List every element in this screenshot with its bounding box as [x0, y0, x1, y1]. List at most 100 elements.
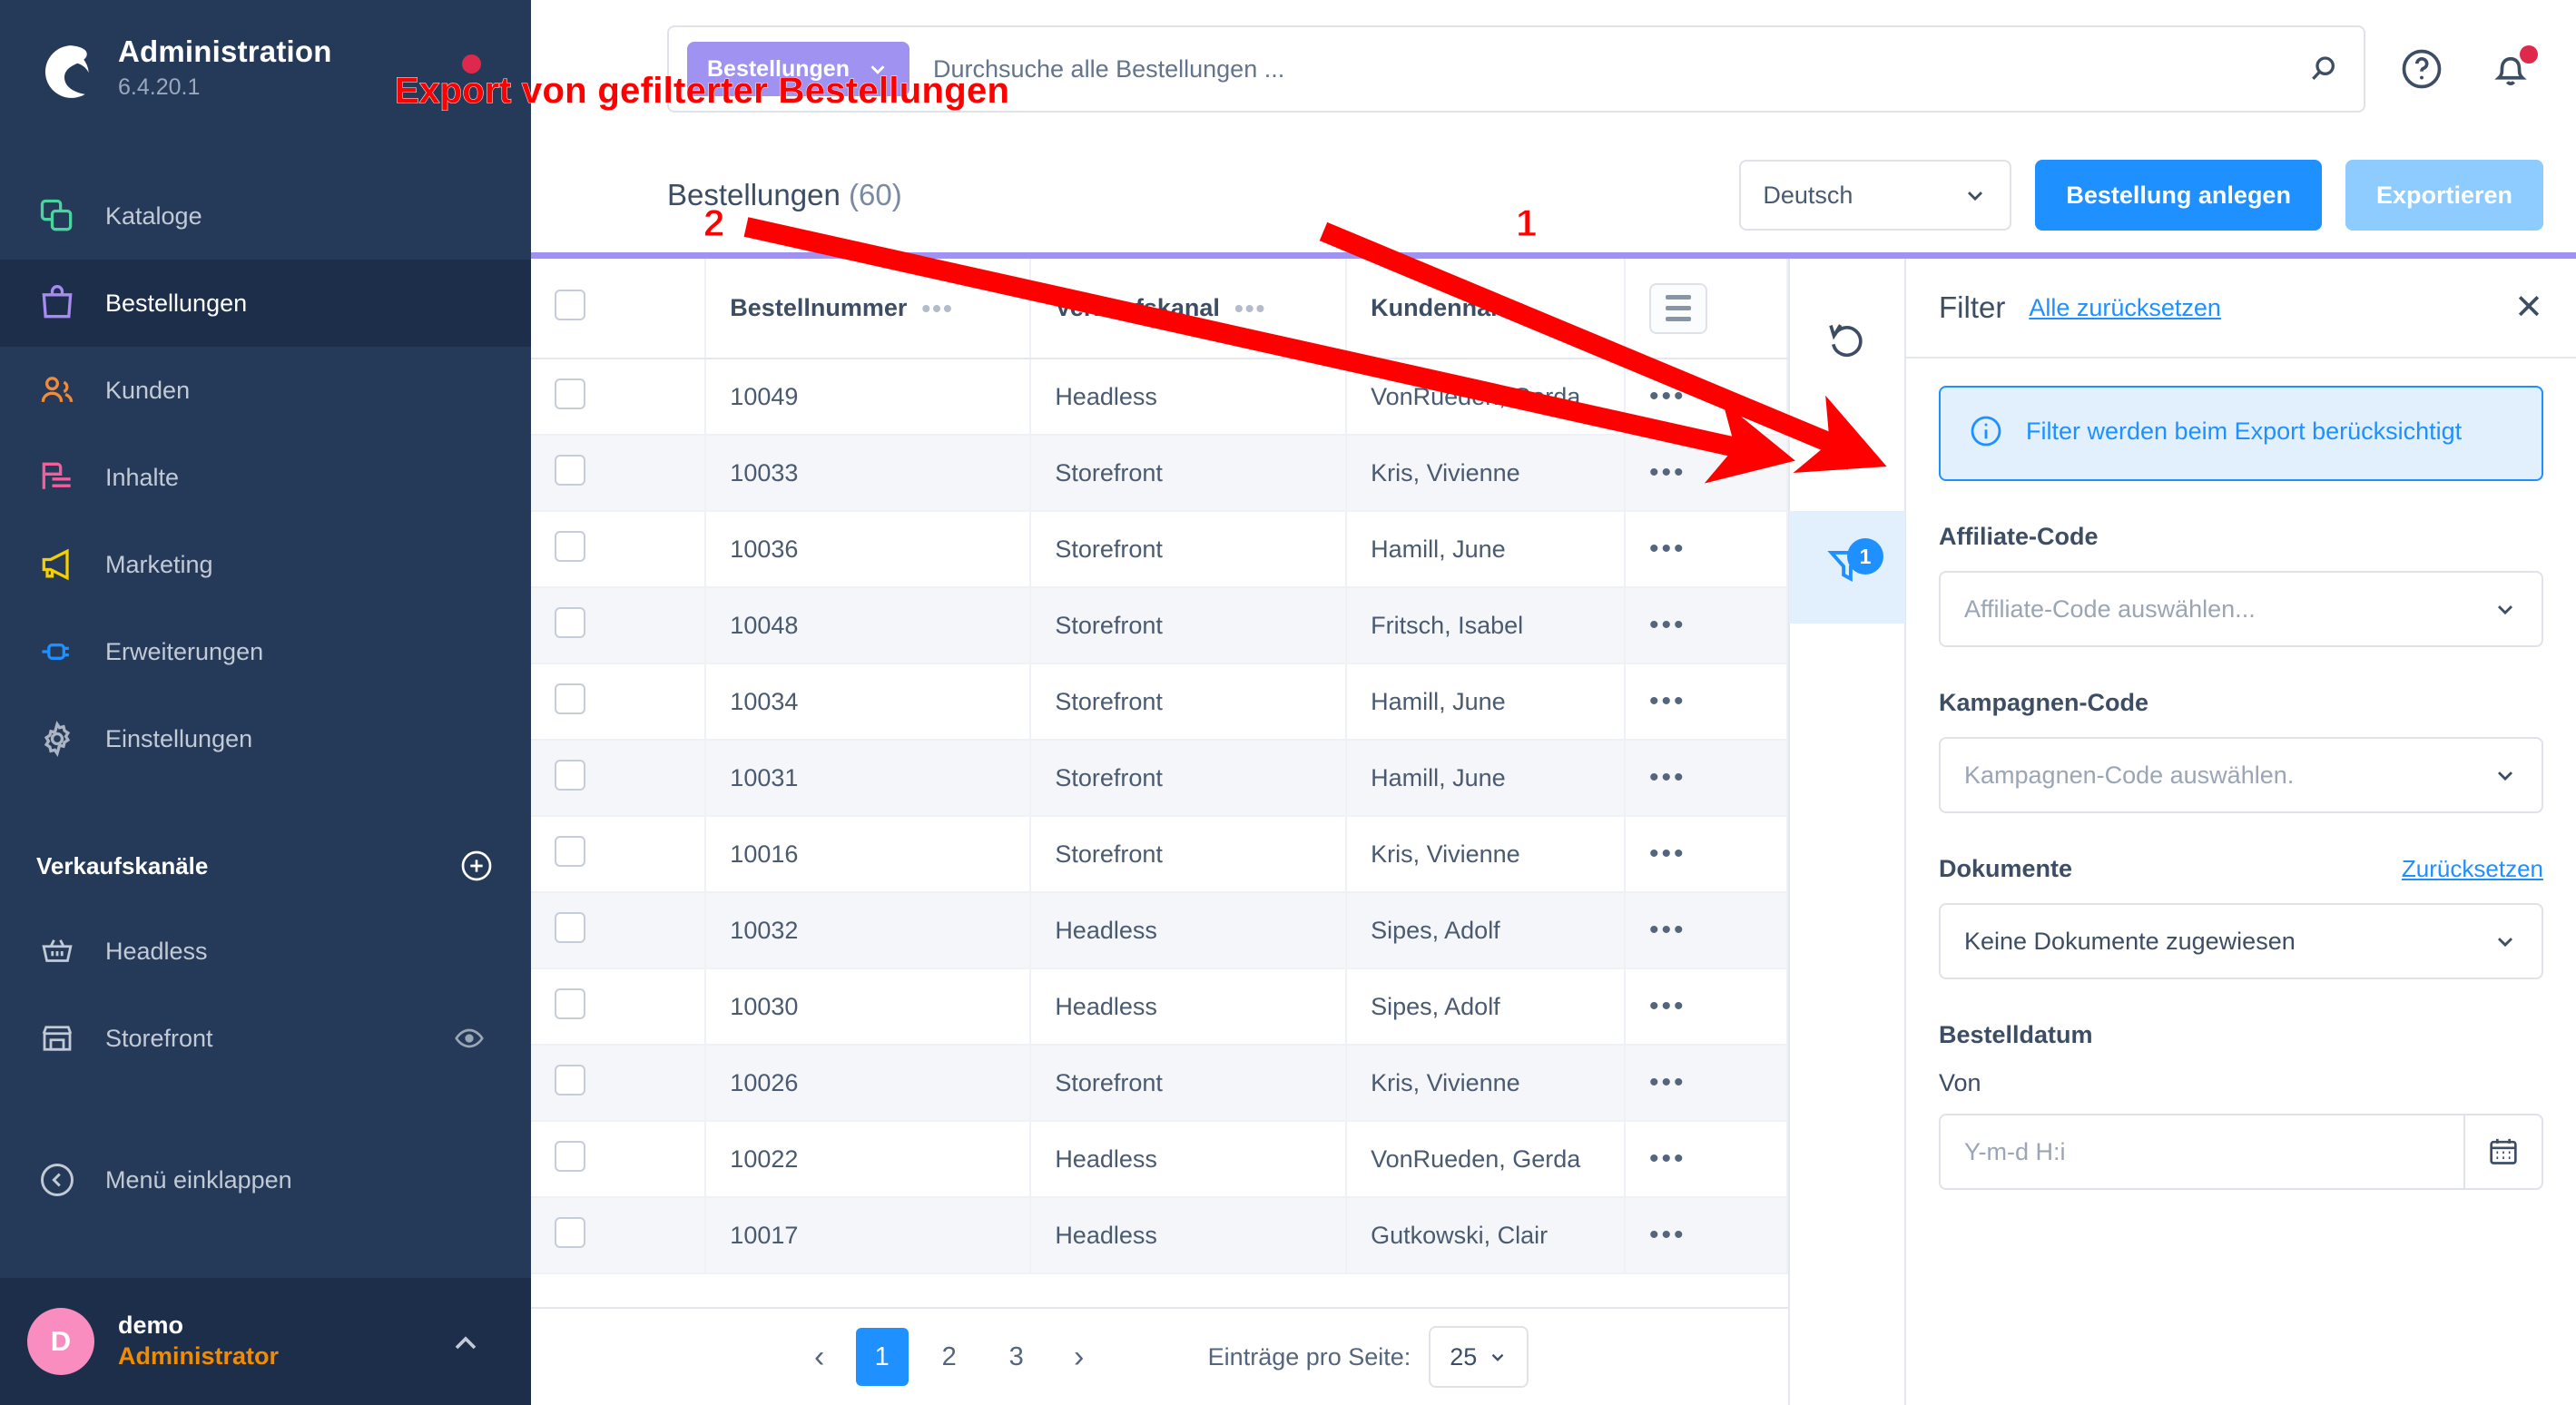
row-checkbox[interactable]	[555, 987, 585, 1019]
documents-reset-link[interactable]: Zurücksetzen	[2402, 855, 2543, 883]
sidebar-item-erweiterungen[interactable]: Erweiterungen	[0, 608, 531, 695]
close-icon[interactable]: ✕	[2514, 290, 2543, 325]
accent-divider	[531, 252, 2576, 259]
add-sales-channel-icon[interactable]	[458, 848, 495, 884]
affiliate-code-select[interactable]: Affiliate-Code auswählen...	[1939, 571, 2543, 647]
row-checkbox[interactable]	[555, 683, 585, 714]
cell-customer-name: Hamill, June	[1346, 740, 1626, 817]
sidebar-collapse-menu[interactable]: Menü einklappen	[0, 1136, 531, 1223]
row-checkbox[interactable]	[555, 911, 585, 943]
sidebar-user-profile[interactable]: D demo Administrator	[0, 1278, 531, 1405]
prev-page-button[interactable]: ‹	[791, 1328, 849, 1386]
documents-label-row: Dokumente Zurücksetzen	[1939, 855, 2543, 883]
campaign-code-select[interactable]: Kampagnen-Code auswählen.	[1939, 737, 2543, 813]
row-actions-icon[interactable]: •••	[1649, 1067, 1686, 1097]
export-button[interactable]: Exportieren	[2345, 160, 2543, 231]
table-row[interactable]: 10017 Headless Gutkowski, Clair •••	[531, 1197, 1788, 1274]
table-row[interactable]: 10034 Storefront Hamill, June •••	[531, 663, 1788, 741]
chevron-up-icon[interactable]	[447, 1325, 484, 1366]
sidebar-item-kunden[interactable]: Kunden	[0, 347, 531, 434]
sidebar-channel-headless[interactable]: Headless	[0, 908, 531, 995]
sidebar-item-kataloge[interactable]: Kataloge	[0, 172, 531, 260]
refresh-button[interactable]	[1789, 286, 1905, 398]
table-row[interactable]: 10016 Storefront Kris, Vivienne •••	[531, 816, 1788, 893]
filter-toggle-button[interactable]: 1	[1789, 511, 1905, 624]
select-all-checkbox[interactable]	[555, 290, 585, 320]
row-checkbox[interactable]	[555, 759, 585, 791]
row-actions-icon[interactable]: •••	[1649, 1220, 1686, 1250]
table-row[interactable]: 10026 Storefront Kris, Vivienne •••	[531, 1045, 1788, 1122]
row-checkbox[interactable]	[555, 1216, 585, 1248]
per-page-select[interactable]: 25	[1429, 1326, 1529, 1388]
row-checkbox[interactable]	[555, 835, 585, 867]
page-title: Bestellungen (60)	[667, 178, 902, 212]
table-header-row: Bestellnummer ••• Verkaufskanal ••• Kund…	[531, 259, 1788, 359]
table-settings-icon[interactable]	[1648, 282, 1707, 334]
table-row[interactable]: 10049 Headless VonRueden, Gerda •••	[531, 359, 1788, 436]
table-row[interactable]: 10032 Headless Sipes, Adolf •••	[531, 892, 1788, 969]
row-actions-icon[interactable]: •••	[1649, 457, 1686, 487]
row-actions-icon[interactable]: •••	[1649, 762, 1686, 792]
row-actions-icon[interactable]: •••	[1649, 915, 1686, 945]
cell-sales-channel: Headless	[1030, 1197, 1348, 1274]
table-row[interactable]: 10036 Storefront Hamill, June •••	[531, 511, 1788, 588]
next-page-button[interactable]: ›	[1050, 1328, 1108, 1386]
cell-row-actions: •••	[1624, 587, 1788, 664]
sidebar-item-bestellungen[interactable]: Bestellungen	[0, 260, 531, 347]
search-icon[interactable]	[2296, 42, 2351, 96]
cell-row-actions: •••	[1624, 1197, 1788, 1274]
column-menu-icon[interactable]: •••	[921, 294, 953, 323]
create-order-button[interactable]: Bestellung anlegen	[2035, 160, 2322, 231]
preview-storefront-eye-icon[interactable]	[453, 1022, 486, 1055]
page-button-1[interactable]: 1	[855, 1328, 909, 1386]
table-row[interactable]: 10022 Headless VonRueden, Gerda •••	[531, 1121, 1788, 1198]
cell-customer-name: Hamill, June	[1346, 511, 1626, 588]
row-checkbox[interactable]	[555, 1064, 585, 1096]
row-actions-icon[interactable]: •••	[1649, 1144, 1686, 1174]
column-menu-icon[interactable]: •••	[1234, 294, 1266, 323]
calendar-icon[interactable]	[2463, 1115, 2542, 1188]
page-button-2[interactable]: 2	[923, 1328, 976, 1386]
column-settings-header	[1624, 259, 1788, 359]
row-checkbox[interactable]	[555, 530, 585, 562]
language-select[interactable]: Deutsch	[1739, 160, 2012, 231]
column-header-kundenname[interactable]: Kundenname	[1346, 259, 1626, 359]
search-scope-chip[interactable]: Bestellungen	[687, 42, 909, 96]
column-header-bestellnummer[interactable]: Bestellnummer •••	[705, 259, 1032, 359]
row-actions-icon[interactable]: •••	[1649, 534, 1686, 564]
row-select-cell	[531, 1121, 707, 1198]
search-input[interactable]	[932, 54, 2296, 84]
sidebar-item-einstellungen[interactable]: Einstellungen	[0, 695, 531, 782]
sidebar-channel-storefront[interactable]: Storefront	[0, 995, 531, 1082]
row-checkbox[interactable]	[555, 1140, 585, 1172]
table-row[interactable]: 10030 Headless Sipes, Adolf •••	[531, 968, 1788, 1046]
help-icon[interactable]	[2389, 36, 2454, 102]
sidebar-item-marketing[interactable]: Marketing	[0, 521, 531, 608]
sidebar-item-inhalte[interactable]: Inhalte	[0, 434, 531, 521]
row-actions-icon[interactable]: •••	[1649, 686, 1686, 716]
orders-table-scroll[interactable]: Bestellnummer ••• Verkaufskanal ••• Kund…	[531, 259, 1788, 1307]
sidebar-brand[interactable]: Administration 6.4.20.1	[0, 0, 531, 172]
column-header-verkaufskanal[interactable]: Verkaufskanal •••	[1030, 259, 1348, 359]
table-row[interactable]: 10031 Storefront Hamill, June •••	[531, 740, 1788, 817]
global-search-bar[interactable]: Bestellungen	[667, 25, 2365, 113]
row-checkbox[interactable]	[555, 454, 585, 486]
order-date-from-field[interactable]: Y-m-d H:i	[1939, 1114, 2543, 1190]
row-actions-icon[interactable]: •••	[1649, 991, 1686, 1021]
table-row[interactable]: 10033 Storefront Kris, Vivienne •••	[531, 435, 1788, 512]
notifications-bell-icon[interactable]	[2478, 36, 2543, 102]
table-row[interactable]: 10048 Storefront Fritsch, Isabel •••	[531, 587, 1788, 664]
column-label: Verkaufskanal	[1055, 294, 1220, 321]
export-rail-button[interactable]	[1789, 398, 1905, 511]
reset-all-filters-link[interactable]: Alle zurücksetzen	[2029, 294, 2221, 322]
cell-order-number: 10026	[705, 1045, 1032, 1122]
row-checkbox[interactable]	[555, 378, 585, 409]
row-actions-icon[interactable]: •••	[1649, 610, 1686, 640]
documents-select[interactable]: Keine Dokumente zugewiesen	[1939, 903, 2543, 979]
campaign-code-label: Kampagnen-Code	[1939, 689, 2149, 716]
page-button-3[interactable]: 3	[990, 1328, 1043, 1386]
row-checkbox[interactable]	[555, 606, 585, 638]
row-actions-icon[interactable]: •••	[1649, 839, 1686, 869]
row-actions-icon[interactable]: •••	[1649, 381, 1686, 411]
